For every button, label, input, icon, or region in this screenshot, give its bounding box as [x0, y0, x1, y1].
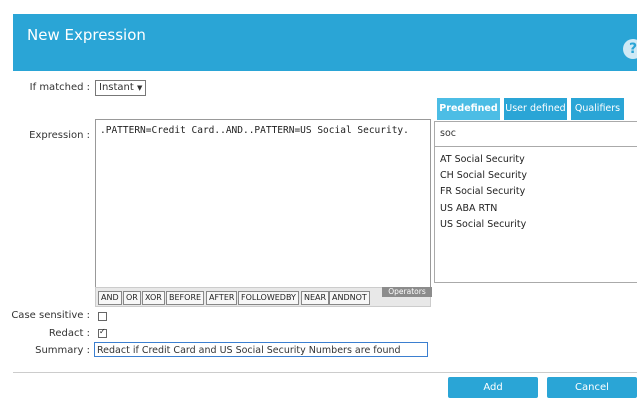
- footer-divider: [13, 372, 637, 373]
- expression-editor[interactable]: .PATTERN=Credit Card..AND..PATTERN=US So…: [95, 119, 431, 289]
- pattern-list-item[interactable]: US Social Security: [440, 219, 526, 230]
- pattern-list-item[interactable]: FR Social Security: [440, 186, 525, 197]
- case-sensitive-checkbox[interactable]: [98, 312, 107, 321]
- operator-or-button[interactable]: OR: [123, 291, 141, 305]
- tab-user-defined[interactable]: User defined: [504, 98, 567, 120]
- cancel-button[interactable]: Cancel: [547, 377, 637, 398]
- case-sensitive-label: Case sensitive :: [11, 310, 90, 321]
- operator-andnot-button[interactable]: ANDNOT: [329, 291, 370, 305]
- dialog-header: New Expression ?: [13, 14, 637, 71]
- pattern-list-item[interactable]: US ABA RTN: [440, 203, 497, 214]
- expression-label: Expression :: [29, 130, 90, 141]
- operators-bar: Operators AND OR XOR BEFORE AFTER FOLLOW…: [95, 287, 432, 307]
- operator-xor-button[interactable]: XOR: [142, 291, 165, 305]
- pattern-panel: soc AT Social Security CH Social Securit…: [434, 121, 637, 283]
- operator-and-button[interactable]: AND: [98, 291, 122, 305]
- if-matched-label: If matched :: [29, 82, 90, 93]
- pattern-list-item[interactable]: AT Social Security: [440, 154, 525, 165]
- chevron-down-icon: ▼: [137, 84, 143, 92]
- summary-label: Summary :: [35, 345, 90, 356]
- help-icon[interactable]: ?: [623, 39, 637, 59]
- pattern-search-input[interactable]: soc: [435, 122, 637, 147]
- redact-checkbox[interactable]: [98, 327, 107, 338]
- operator-after-button[interactable]: AFTER: [206, 291, 238, 305]
- operators-tag: Operators: [382, 287, 432, 297]
- pattern-list-item[interactable]: CH Social Security: [440, 170, 527, 181]
- tab-predefined[interactable]: Predefined: [437, 98, 500, 120]
- operator-before-button[interactable]: BEFORE: [166, 291, 205, 305]
- if-matched-select[interactable]: Instant ▼: [95, 80, 147, 96]
- redact-label: Redact :: [48, 328, 90, 339]
- summary-input[interactable]: Redact if Credit Card and US Social Secu…: [94, 342, 428, 357]
- expression-text: .PATTERN=Credit Card..AND..PATTERN=US So…: [100, 125, 409, 136]
- dialog-title: New Expression: [27, 26, 146, 44]
- operator-near-button[interactable]: NEAR: [301, 291, 330, 305]
- if-matched-value: Instant: [99, 82, 134, 93]
- tab-qualifiers[interactable]: Qualifiers: [571, 98, 624, 120]
- add-button[interactable]: Add: [448, 377, 538, 398]
- top-strip: [0, 0, 637, 14]
- operator-followedby-button[interactable]: FOLLOWEDBY: [238, 291, 299, 305]
- pattern-search-value: soc: [440, 128, 456, 139]
